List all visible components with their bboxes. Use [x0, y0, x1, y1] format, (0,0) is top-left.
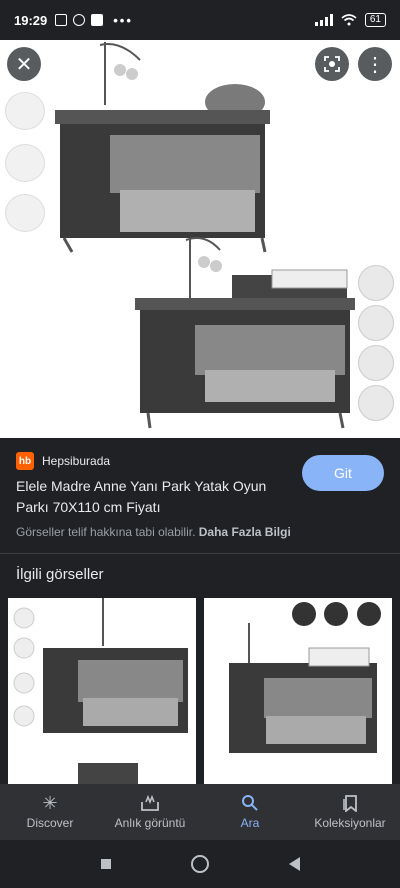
inset-thumbnail: [5, 194, 45, 232]
related-image-card[interactable]: [204, 598, 392, 784]
related-image-card[interactable]: [8, 598, 196, 784]
back-button[interactable]: [288, 857, 300, 871]
preview-image[interactable]: ✕ ⋮: [0, 40, 400, 438]
bookmark-icon: [343, 795, 357, 812]
battery-indicator: 61: [364, 13, 386, 27]
nav-search[interactable]: Ara: [200, 784, 300, 840]
app-notification-icon: [73, 14, 86, 26]
nav-collections[interactable]: Koleksiyonlar: [300, 784, 400, 840]
related-crib-image: [13, 598, 188, 784]
search-icon: [242, 795, 258, 811]
result-title[interactable]: Elele Madre Anne Yanı Park Yatak Oyun Pa…: [16, 476, 286, 518]
home-button[interactable]: [190, 855, 209, 873]
status-time: 19:29: [14, 12, 48, 28]
more-options-button[interactable]: ⋮: [358, 47, 392, 81]
inset-thumbnail: [358, 305, 394, 341]
gallery-notification-icon: [55, 14, 68, 26]
nav-discover[interactable]: ✳ Discover: [0, 784, 100, 840]
nav-snapshot[interactable]: Anlık görüntü: [100, 784, 200, 840]
system-navigation: [0, 840, 400, 888]
signal-icon: [314, 14, 333, 26]
hepsiburada-logo: hb: [16, 452, 34, 470]
inset-thumbnail: [358, 265, 394, 301]
more-notifications-icon: •••: [113, 12, 133, 28]
lens-button[interactable]: [315, 47, 349, 81]
inset-thumbnail: [358, 385, 394, 421]
source-name: Hepsiburada: [42, 454, 111, 468]
nav-label: Ara: [240, 816, 260, 830]
crib-product-illustration: [55, 42, 355, 429]
message-notification-icon: [91, 14, 104, 26]
visit-button[interactable]: Git: [302, 455, 384, 491]
wifi-icon: [341, 14, 357, 26]
inset-thumbnail: [358, 345, 394, 381]
copyright-text: Görseller telif hakkına tabi olabilir.: [16, 525, 196, 539]
close-icon: ✕: [15, 53, 33, 76]
lens-icon: [324, 56, 340, 72]
more-info-link[interactable]: Daha Fazla Bilgi: [199, 525, 291, 539]
more-vert-icon: ⋮: [365, 53, 385, 76]
related-heading: İlgili görseller: [16, 566, 104, 583]
recents-button[interactable]: [100, 859, 111, 869]
divider: [0, 553, 400, 554]
close-button[interactable]: ✕: [7, 47, 41, 81]
asterisk-icon: ✳: [42, 793, 58, 813]
bottom-navigation: ✳ Discover Anlık görüntü Ara Koleksiyonl…: [0, 784, 400, 840]
inset-thumbnail: [5, 92, 45, 130]
nav-label: Anlık görüntü: [114, 816, 186, 830]
source-row[interactable]: hb Hepsiburada: [16, 452, 110, 470]
status-bar: 19:29 ••• 61: [0, 0, 400, 40]
inset-thumbnail: [5, 144, 45, 182]
copyright-notice: Görseller telif hakkına tabi olabilir. D…: [16, 525, 291, 539]
snapshot-icon: [141, 794, 159, 811]
nav-label: Koleksiyonlar: [314, 816, 386, 830]
nav-label: Discover: [26, 816, 74, 830]
related-crib-image: [229, 602, 381, 753]
